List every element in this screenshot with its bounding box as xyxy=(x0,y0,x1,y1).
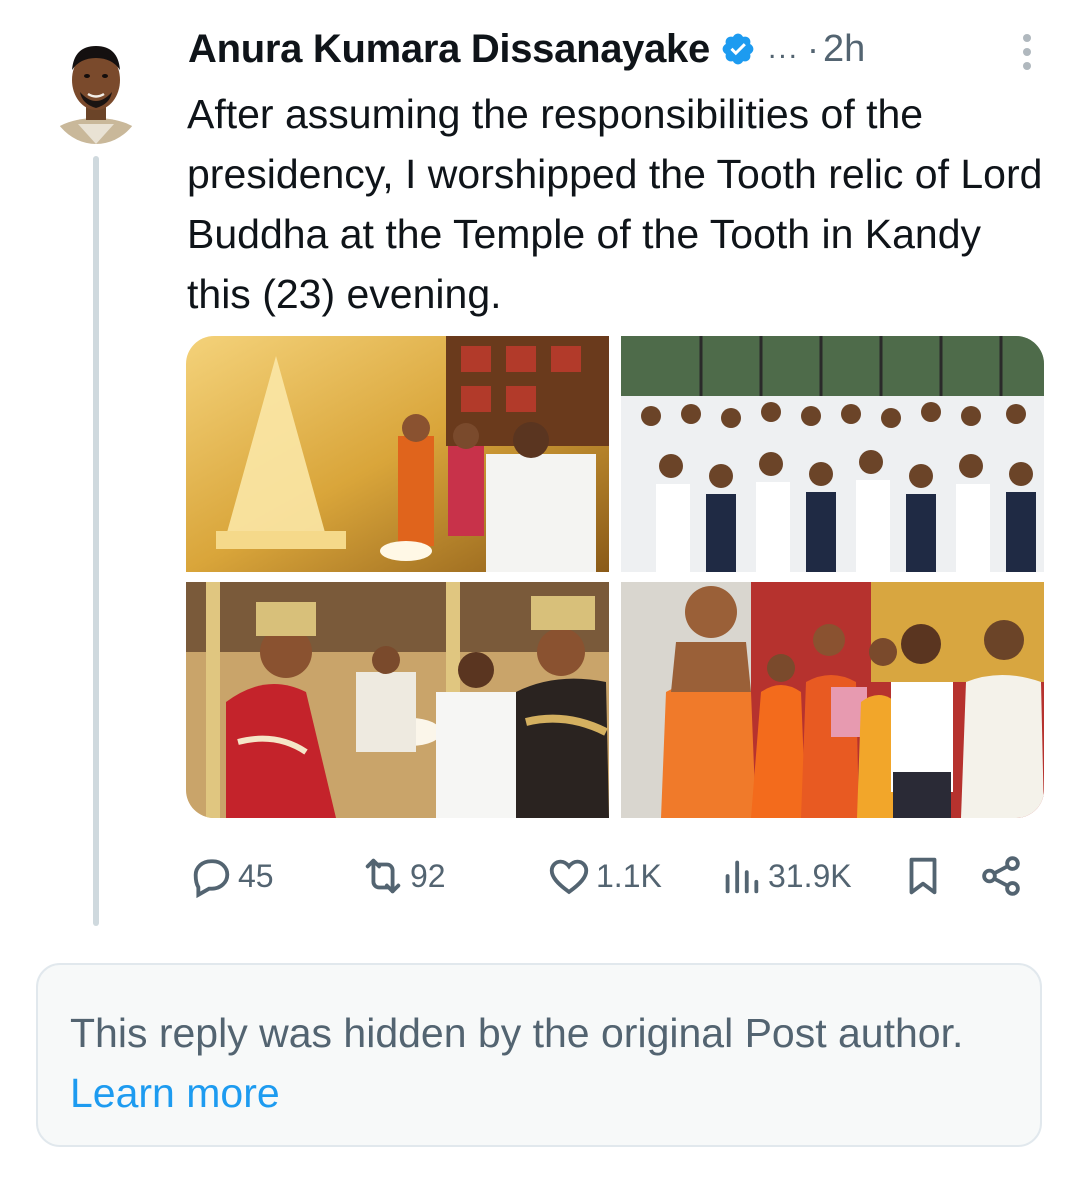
reply-button[interactable]: 45 xyxy=(188,848,274,904)
verified-badge-icon[interactable] xyxy=(720,31,756,67)
reply-count: 45 xyxy=(238,857,274,894)
share-icon xyxy=(982,856,1020,896)
hidden-reply-notice: This reply was hidden by the original Po… xyxy=(36,963,1042,1147)
repost-button[interactable]: 92 xyxy=(360,848,446,904)
bookmark-button[interactable] xyxy=(900,848,946,904)
author-avatar[interactable] xyxy=(46,28,146,144)
share-button[interactable] xyxy=(978,848,1024,904)
separator-dot: · xyxy=(806,28,819,69)
post-text: After assuming the responsibilities of t… xyxy=(187,91,1043,317)
photo-ceremonial-offering[interactable] xyxy=(186,582,609,818)
post-header: Anura Kumara Dissanayake ... · 2h xyxy=(188,24,1040,74)
like-count: 1.1K xyxy=(596,857,662,894)
views-button[interactable]: 31.9K xyxy=(718,848,852,904)
author-name[interactable]: Anura Kumara Dissanayake xyxy=(188,27,710,72)
media-grid xyxy=(186,336,1044,818)
learn-more-link[interactable]: Learn more xyxy=(70,1070,280,1116)
photo-golden-relic-casket[interactable] xyxy=(186,336,609,572)
author-handle[interactable]: ... xyxy=(768,32,799,66)
reply-icon xyxy=(193,859,230,899)
hidden-reply-message: This reply was hidden by the original Po… xyxy=(70,1010,964,1056)
repost-icon xyxy=(365,858,401,894)
analytics-icon xyxy=(725,860,759,894)
thread-connector-line xyxy=(93,156,99,926)
like-button[interactable]: 1.1K xyxy=(546,848,662,904)
repost-count: 92 xyxy=(410,857,446,894)
post-timestamp[interactable]: 2h xyxy=(823,28,865,71)
action-bar: 45 92 1.1K 31.9K xyxy=(188,848,1038,904)
photo-crowd-gathering[interactable] xyxy=(621,336,1044,572)
bookmark-icon xyxy=(909,857,937,895)
views-count: 31.9K xyxy=(768,857,852,894)
heart-icon xyxy=(549,859,589,895)
photo-monks-presentation[interactable] xyxy=(621,582,1044,818)
more-options-icon[interactable] xyxy=(1020,32,1034,72)
